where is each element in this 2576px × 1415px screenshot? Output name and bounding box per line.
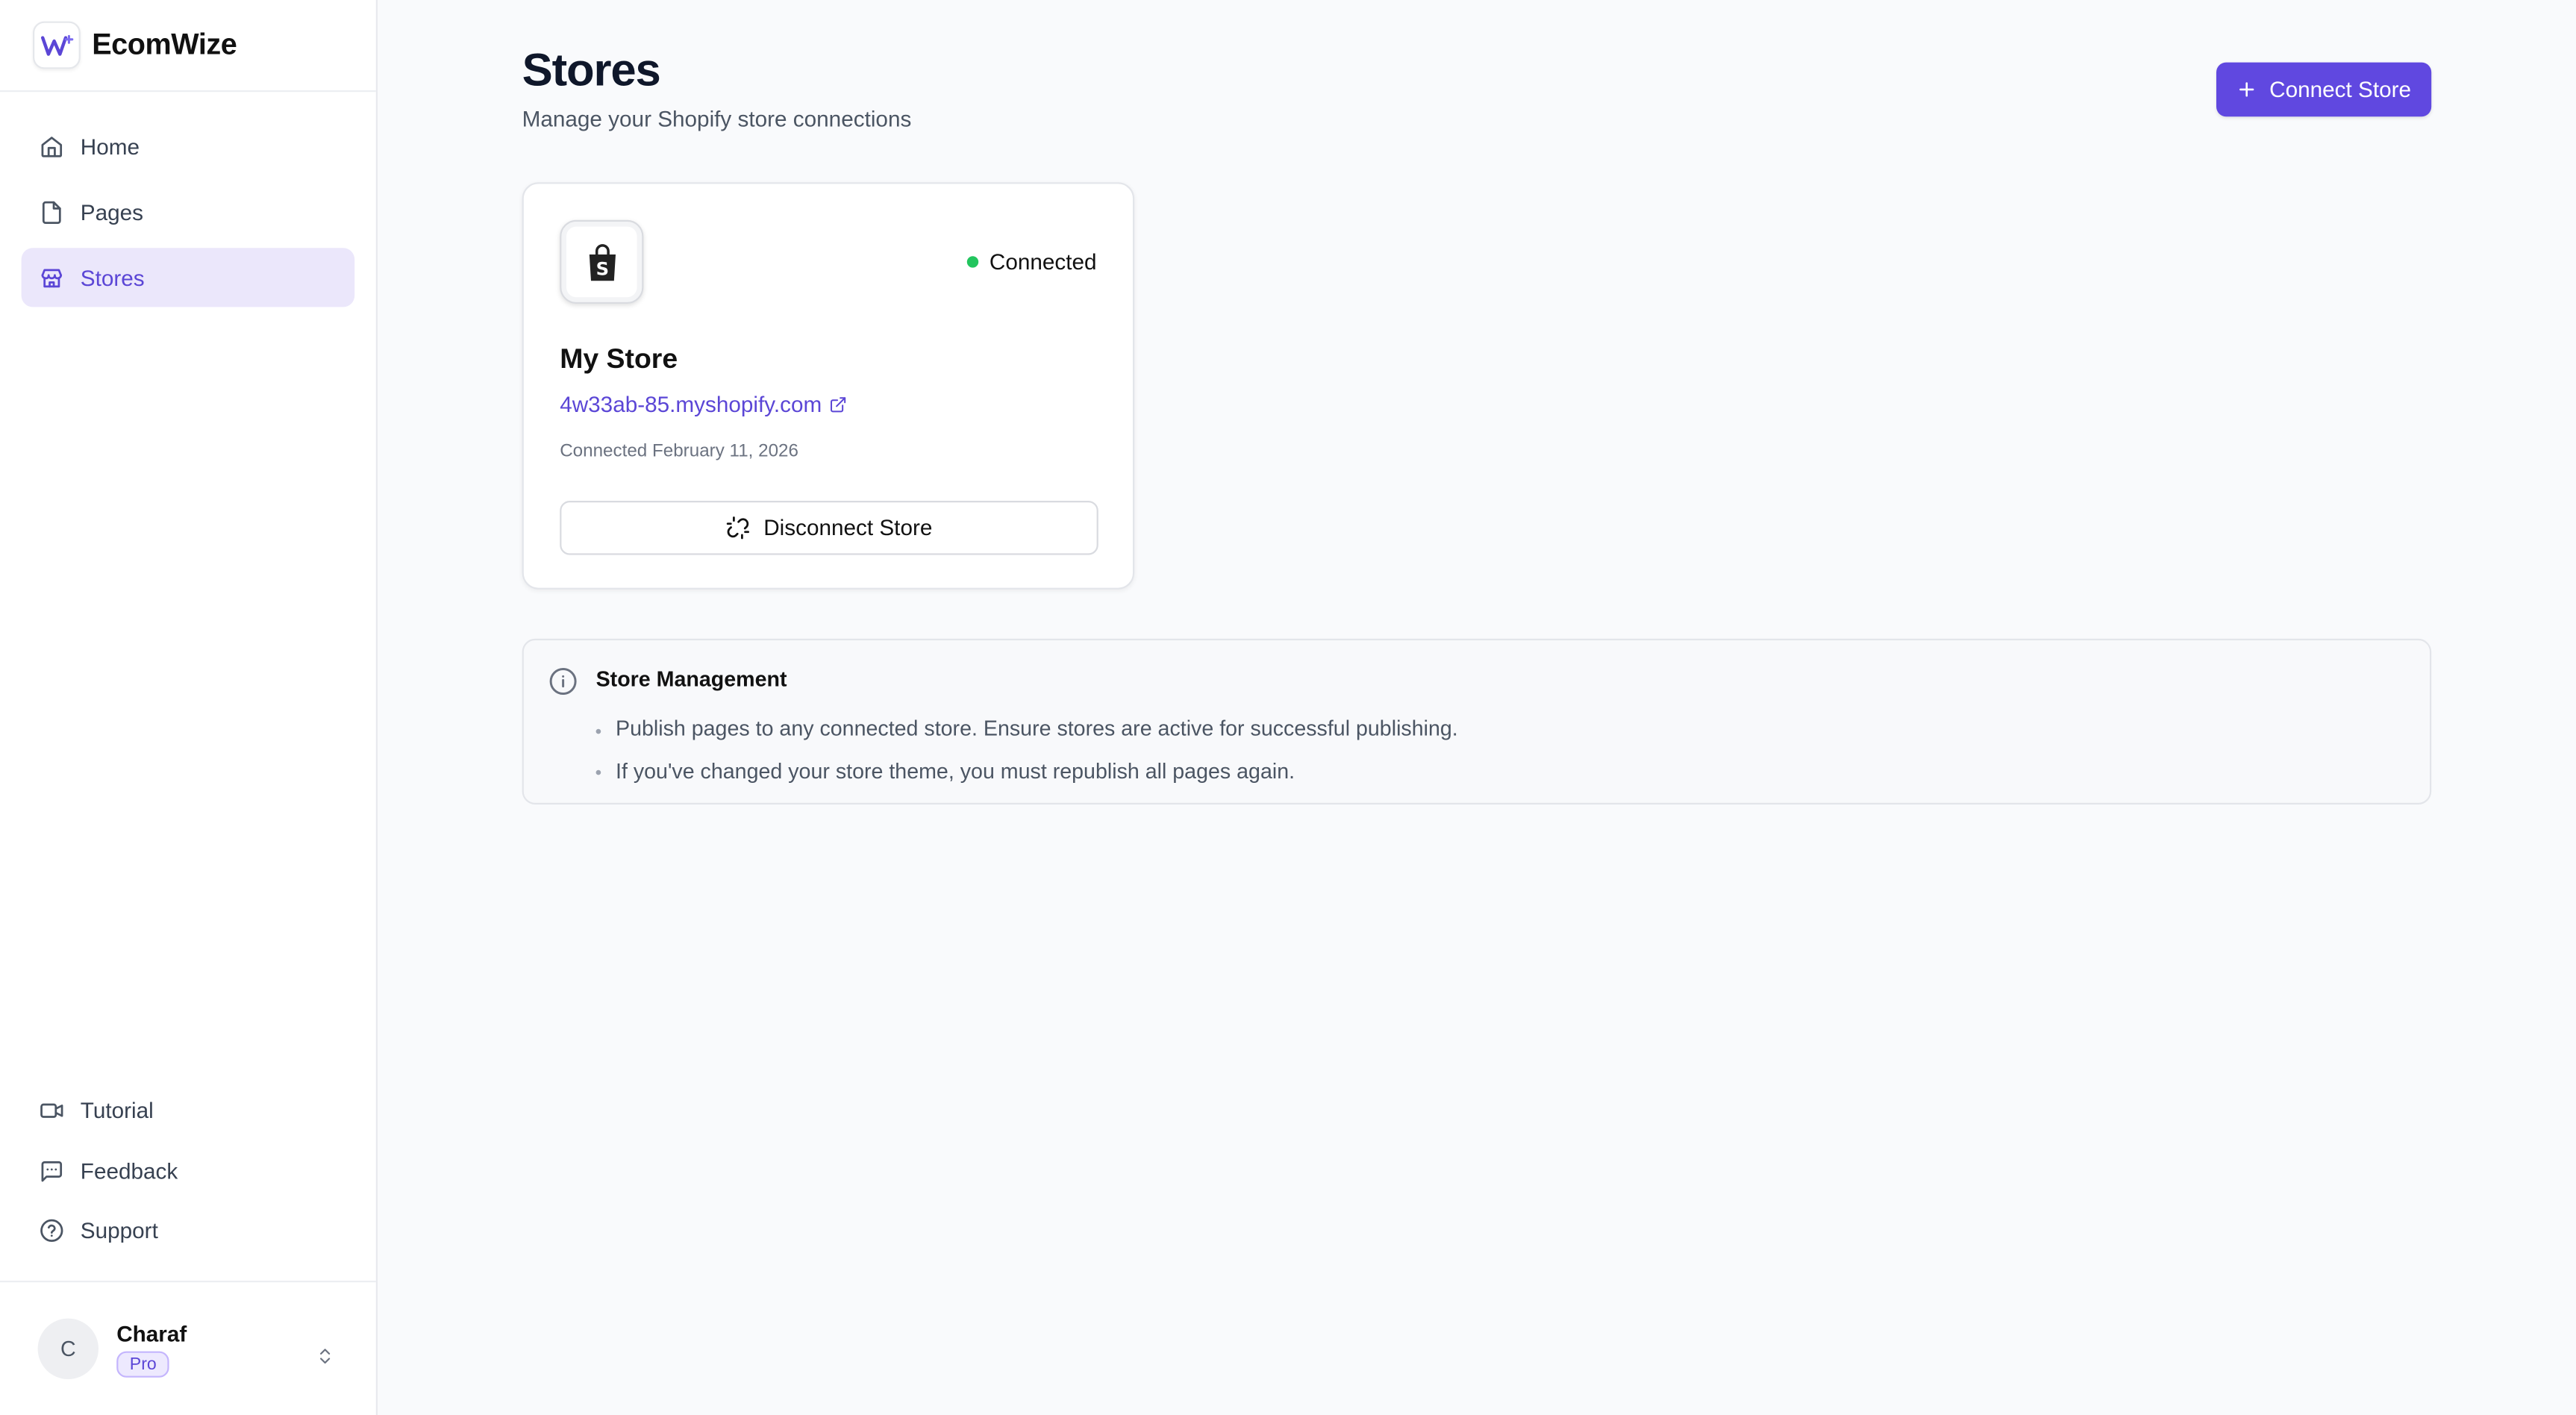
user-name: Charaf — [116, 1320, 187, 1346]
disconnect-store-label: Disconnect Store — [763, 515, 933, 540]
sidebar-item-label: Pages — [80, 199, 144, 225]
video-icon — [40, 1104, 63, 1119]
status-badge: Connected — [966, 249, 1097, 275]
page-subtitle: Manage your Shopify store connections — [522, 107, 912, 131]
avatar: C — [37, 1318, 99, 1379]
unlink-icon — [726, 516, 750, 540]
sidebar-item-tutorial[interactable]: Tutorial — [22, 1082, 355, 1140]
plus-icon — [2239, 82, 2255, 97]
info-title: Store Management — [595, 666, 787, 692]
user-menu[interactable]: C Charaf Pro — [0, 1281, 376, 1415]
sidebar-bottom-nav: Tutorial Feedback Support — [22, 1082, 355, 1261]
bullet — [595, 770, 601, 775]
svg-text:S: S — [595, 257, 608, 278]
store-name: My Store — [560, 343, 678, 375]
sidebar-item-pages[interactable]: Pages — [22, 182, 355, 241]
connect-store-button[interactable]: Connect Store — [2216, 62, 2432, 117]
brand-logo-icon — [33, 21, 81, 69]
main-content: Stores Manage your Shopify store connect… — [378, 0, 2576, 1415]
info-icon — [549, 668, 577, 695]
brand[interactable]: EcomWize — [0, 0, 376, 93]
shopify-bag-icon: S — [560, 219, 644, 304]
sidebar-item-feedback[interactable]: Feedback — [22, 1142, 355, 1200]
page-title: Stores — [522, 44, 661, 96]
list-item: Publish pages to any connected store. En… — [595, 708, 1458, 749]
store-url-text: 4w33ab-85.myshopify.com — [560, 392, 822, 417]
sidebar-item-label: Feedback — [80, 1158, 178, 1184]
info-item-text: Publish pages to any connected store. En… — [616, 716, 1458, 741]
status-label: Connected — [989, 249, 1097, 275]
brand-name: EcomWize — [92, 28, 237, 61]
sidebar-item-label: Home — [80, 134, 140, 159]
sidebar: EcomWize Home Pages Stores Tutorial Feed… — [0, 0, 378, 1415]
message-square-icon — [41, 1161, 63, 1181]
chevrons-up-down-icon[interactable] — [315, 1345, 334, 1368]
home-icon — [41, 136, 63, 157]
sidebar-item-stores[interactable]: Stores — [21, 248, 355, 307]
external-link-icon — [830, 397, 845, 413]
sidebar-item-label: Stores — [80, 265, 145, 290]
sidebar-item-label: Support — [80, 1218, 158, 1243]
sidebar-item-label: Tutorial — [80, 1099, 154, 1124]
sidebar-nav: Home Pages Stores — [0, 92, 376, 331]
app-root: EcomWize Home Pages Stores Tutorial Feed… — [0, 0, 2576, 1415]
help-circle-icon — [40, 1219, 63, 1243]
file-icon — [42, 200, 61, 223]
sidebar-item-home[interactable]: Home — [22, 116, 355, 175]
list-item: If you've changed your store theme, you … — [595, 749, 1458, 791]
store-card: S Connected My Store 4w33ab-85.myshopify… — [522, 182, 1135, 590]
store-url-link[interactable]: 4w33ab-85.myshopify.com — [560, 393, 846, 417]
info-list: Publish pages to any connected store. En… — [595, 708, 1458, 791]
plan-badge: Pro — [116, 1350, 170, 1377]
connected-date: Connected February 11, 2026 — [560, 441, 798, 462]
info-box: Store Management Publish pages to any co… — [522, 638, 2432, 805]
store-icon — [41, 268, 63, 287]
disconnect-store-button[interactable]: Disconnect Store — [560, 501, 1098, 555]
status-dot — [966, 256, 978, 268]
info-item-text: If you've changed your store theme, you … — [616, 758, 1295, 783]
sidebar-item-support[interactable]: Support — [22, 1202, 355, 1260]
connect-store-label: Connect Store — [2269, 77, 2412, 102]
user-info: Charaf Pro — [116, 1321, 187, 1377]
bullet — [595, 728, 601, 734]
